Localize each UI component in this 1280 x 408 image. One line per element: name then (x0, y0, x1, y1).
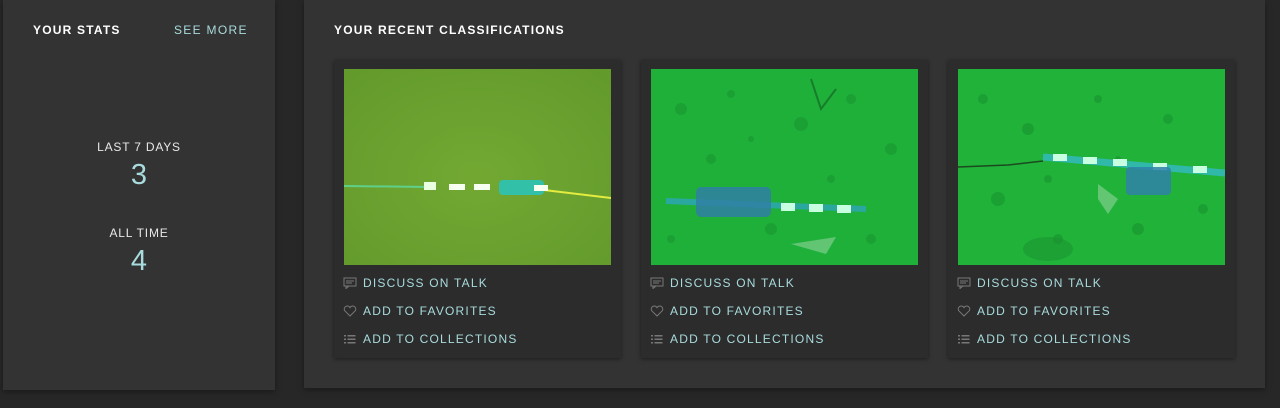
discuss-on-talk-button[interactable]: DISCUSS ON TALK (343, 275, 488, 291)
add-to-collections-label: ADD TO COLLECTIONS (977, 332, 1132, 346)
add-to-collections-button[interactable]: ADD TO COLLECTIONS (343, 331, 518, 347)
heart-icon (343, 305, 357, 317)
add-to-collections-button[interactable]: ADD TO COLLECTIONS (957, 331, 1132, 347)
all-time-value: 4 (130, 245, 148, 277)
discuss-on-talk-button[interactable]: DISCUSS ON TALK (957, 275, 1102, 291)
speech-bubble-icon (957, 277, 971, 289)
list-icon (344, 335, 356, 344)
subject-thumbnail[interactable] (958, 69, 1225, 265)
list-icon (958, 335, 970, 344)
add-to-collections-button[interactable]: ADD TO COLLECTIONS (650, 331, 825, 347)
discuss-on-talk-label: DISCUSS ON TALK (670, 276, 795, 290)
list-icon (651, 335, 663, 344)
add-to-favorites-label: ADD TO FAVORITES (670, 304, 804, 318)
add-to-favorites-button[interactable]: ADD TO FAVORITES (343, 303, 497, 319)
last-7-days-label: LAST 7 DAYS (97, 140, 181, 154)
discuss-on-talk-label: DISCUSS ON TALK (977, 276, 1102, 290)
subject-thumbnail[interactable] (344, 69, 611, 265)
heart-icon (957, 305, 971, 317)
add-to-favorites-label: ADD TO FAVORITES (977, 304, 1111, 318)
see-more-link[interactable]: SEE MORE (174, 23, 248, 37)
add-to-favorites-label: ADD TO FAVORITES (363, 304, 497, 318)
recent-classifications-panel: YOUR RECENT CLASSIFICATIONS DISCUSS ON T… (304, 0, 1265, 388)
add-to-favorites-button[interactable]: ADD TO FAVORITES (650, 303, 804, 319)
stats-panel: YOUR STATS SEE MORE LAST 7 DAYS 3 ALL TI… (3, 0, 275, 390)
discuss-on-talk-label: DISCUSS ON TALK (363, 276, 488, 290)
add-to-collections-label: ADD TO COLLECTIONS (363, 332, 518, 346)
speech-bubble-icon (343, 277, 357, 289)
add-to-collections-label: ADD TO COLLECTIONS (670, 332, 825, 346)
classification-card: DISCUSS ON TALK ADD TO FAVORITES ADD TO … (948, 60, 1235, 358)
discuss-on-talk-button[interactable]: DISCUSS ON TALK (650, 275, 795, 291)
heart-icon (650, 305, 664, 317)
stats-title: YOUR STATS (33, 23, 121, 37)
recent-classifications-title: YOUR RECENT CLASSIFICATIONS (334, 23, 565, 37)
all-time-label: ALL TIME (109, 226, 169, 240)
classification-card: DISCUSS ON TALK ADD TO FAVORITES ADD TO … (334, 60, 621, 358)
speech-bubble-icon (650, 277, 664, 289)
classification-card: DISCUSS ON TALK ADD TO FAVORITES ADD TO … (641, 60, 928, 358)
add-to-favorites-button[interactable]: ADD TO FAVORITES (957, 303, 1111, 319)
last-7-days-value: 3 (130, 159, 148, 191)
subject-thumbnail[interactable] (651, 69, 918, 265)
